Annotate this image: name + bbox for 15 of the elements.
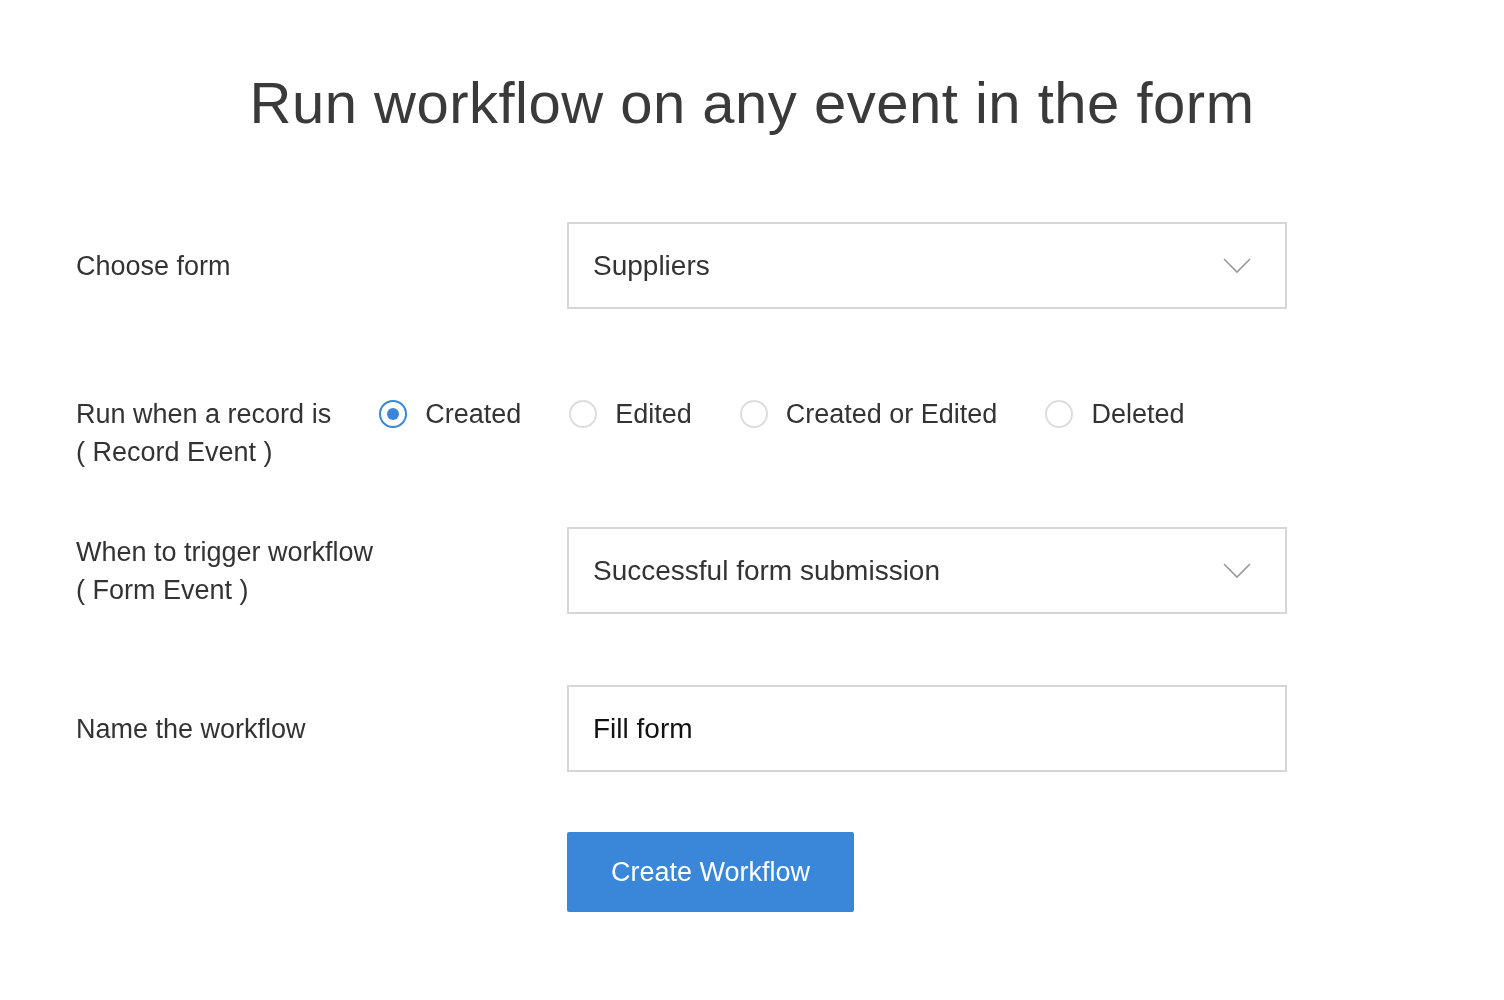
field-label: Run when a record is (76, 398, 332, 431)
field-label: Choose form (76, 249, 232, 283)
radio-label[interactable]: Edited (615, 398, 692, 430)
page-title: Run workflow on any event in the form (248, 69, 1256, 137)
radio-label[interactable]: Deleted (1091, 398, 1185, 430)
field-label: When to trigger workflow (76, 535, 375, 569)
dropdown[interactable]: Suppliers (567, 222, 1287, 309)
create-workflow-button[interactable]: Create Workflow (567, 832, 855, 912)
field-label: Name the workflow (76, 712, 307, 746)
input-field[interactable]: Fill form (567, 685, 1287, 772)
field-sublabel: ( Form Event ) (76, 573, 250, 607)
dropdown[interactable]: Successful form submission (567, 527, 1287, 614)
field-sublabel: ( Record Event ) (76, 436, 274, 469)
radio-label[interactable]: Created or Edited (785, 398, 998, 430)
radio-label[interactable]: Created (425, 398, 522, 430)
